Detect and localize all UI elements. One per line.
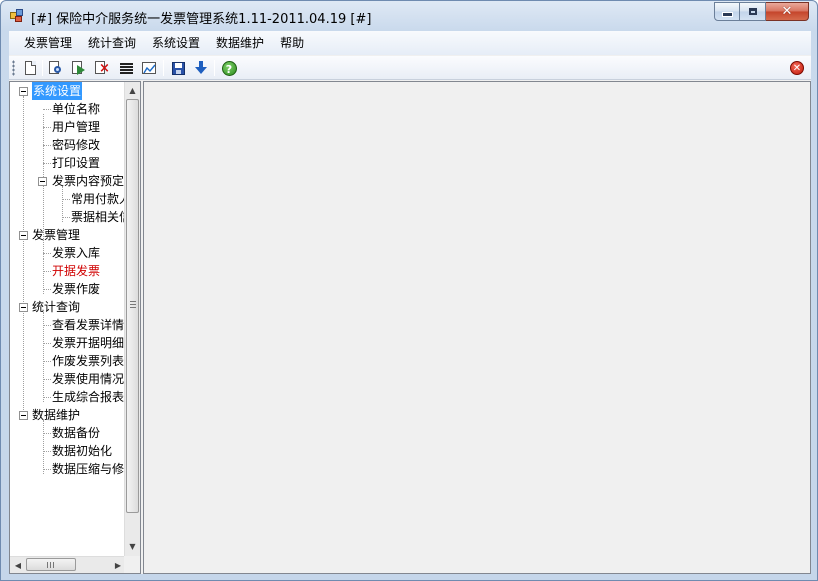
- collapse-toggle-icon[interactable]: [19, 411, 28, 420]
- navigation-tree: 系统设置 单位名称 用户管理 密码修改 打印设置 发票内容预定 常用付款人 票据…: [9, 81, 141, 574]
- download-icon: [195, 61, 207, 75]
- tree-item-common-payers[interactable]: 常用付款人: [71, 190, 126, 208]
- tree-item-invoice-info[interactable]: 票据相关信息: [71, 208, 126, 226]
- tree-viewport: 系统设置 单位名称 用户管理 密码修改 打印设置 发票内容预定 常用付款人 票据…: [10, 82, 126, 556]
- scrollbar-corner: [124, 556, 140, 573]
- menu-help[interactable]: 帮助: [272, 33, 312, 53]
- tree-item-void-invoice[interactable]: 发票作废: [52, 280, 100, 298]
- minimize-button[interactable]: [714, 2, 740, 21]
- collapse-toggle-icon[interactable]: [19, 87, 28, 96]
- close-panel-button[interactable]: ✕: [788, 59, 806, 77]
- export-button[interactable]: [70, 59, 88, 77]
- list-icon: [119, 62, 133, 74]
- close-icon: ✕: [781, 4, 793, 19]
- export-icon: [72, 61, 86, 75]
- maximize-button[interactable]: [740, 2, 766, 21]
- help-icon: ?: [221, 60, 237, 76]
- toolbar-grip[interactable]: [12, 60, 15, 76]
- content-panel: [143, 81, 811, 574]
- menu-settings[interactable]: 系统设置: [144, 33, 208, 53]
- tree-item-issue-details[interactable]: 发票开据明细: [52, 334, 124, 352]
- download-button[interactable]: [192, 59, 210, 77]
- maximize-icon: [748, 8, 757, 15]
- toolbar-separator: [214, 60, 215, 76]
- delete-icon: ×: [95, 61, 110, 75]
- title-bar[interactable]: [#] 保险中介服务统一发票管理系统1.11-2011.04.19 [#] ✕: [1, 1, 817, 31]
- list-button[interactable]: [117, 59, 135, 77]
- tree-item-backup[interactable]: 数据备份: [52, 424, 100, 442]
- collapse-toggle-icon[interactable]: [19, 231, 28, 240]
- app-window: [#] 保险中介服务统一发票管理系统1.11-2011.04.19 [#] ✕ …: [0, 0, 818, 581]
- window-title: [#] 保险中介服务统一发票管理系统1.11-2011.04.19 [#]: [31, 12, 372, 27]
- tree-item-invoice-stock-in[interactable]: 发票入库: [52, 244, 100, 262]
- tree-item-summary-report[interactable]: 生成综合报表: [52, 388, 124, 406]
- tree-item-change-password[interactable]: 密码修改: [52, 136, 100, 154]
- tree-item-void-list[interactable]: 作废发票列表: [52, 352, 124, 370]
- tree-item-issue-invoice[interactable]: 开据发票: [52, 262, 100, 280]
- menu-invoice[interactable]: 发票管理: [16, 33, 80, 53]
- collapse-toggle-icon[interactable]: [38, 177, 47, 186]
- tree-horizontal-scrollbar[interactable]: ◀ ▶: [10, 556, 126, 573]
- client-area: 发票管理 统计查询 系统设置 数据维护 帮助 × ? ✕ 系统设置 单位名称 用…: [9, 31, 811, 574]
- close-circle-icon: ✕: [790, 61, 804, 75]
- tree-item-company-name[interactable]: 单位名称: [52, 100, 100, 118]
- close-button[interactable]: ✕: [766, 2, 809, 21]
- app-icon[interactable]: [10, 9, 24, 23]
- find-icon: [49, 61, 63, 75]
- save-button[interactable]: [169, 59, 187, 77]
- tree-group-invoice[interactable]: 发票管理: [32, 226, 80, 244]
- tree-item-print-settings[interactable]: 打印设置: [52, 154, 100, 172]
- vertical-scroll-thumb[interactable]: [126, 99, 139, 513]
- scroll-down-icon[interactable]: ▼: [125, 538, 140, 555]
- chart-icon: [142, 62, 156, 74]
- tree-group-statistics[interactable]: 统计查询: [32, 298, 80, 316]
- tree-group-settings[interactable]: 系统设置: [32, 82, 83, 100]
- chart-button[interactable]: [140, 59, 158, 77]
- help-button[interactable]: ?: [220, 59, 238, 77]
- delete-button[interactable]: ×: [93, 59, 111, 77]
- new-button[interactable]: [21, 59, 39, 77]
- tree-item-user-management[interactable]: 用户管理: [52, 118, 100, 136]
- save-icon: [171, 61, 185, 75]
- menu-data[interactable]: 数据维护: [208, 33, 272, 53]
- tree-group-data[interactable]: 数据维护: [32, 406, 80, 424]
- scroll-up-icon[interactable]: ▲: [125, 82, 140, 99]
- toolbar: × ? ✕: [9, 56, 811, 80]
- scroll-left-icon[interactable]: ◀: [10, 557, 26, 573]
- tree-item-usage-status[interactable]: 发票使用情况: [52, 370, 124, 388]
- tree-group-invoice-presets[interactable]: 发票内容预定: [52, 172, 124, 190]
- toolbar-separator: [163, 60, 164, 76]
- collapse-toggle-icon[interactable]: [19, 303, 28, 312]
- find-button[interactable]: [47, 59, 65, 77]
- new-icon: [24, 61, 36, 75]
- menu-bar: 发票管理 统计查询 系统设置 数据维护 帮助: [9, 31, 811, 55]
- tree-vertical-scrollbar[interactable]: ▲ ▼: [124, 82, 140, 556]
- menu-statistics[interactable]: 统计查询: [80, 33, 144, 53]
- tree-item-compact-repair[interactable]: 数据压缩与修复: [52, 460, 126, 478]
- minimize-icon: [721, 12, 733, 17]
- tree-item-initialize[interactable]: 数据初始化: [52, 442, 112, 460]
- tree-item-invoice-details[interactable]: 查看发票详情: [52, 316, 124, 334]
- horizontal-scroll-thumb[interactable]: [26, 558, 76, 571]
- toolbar-separator: [42, 60, 43, 76]
